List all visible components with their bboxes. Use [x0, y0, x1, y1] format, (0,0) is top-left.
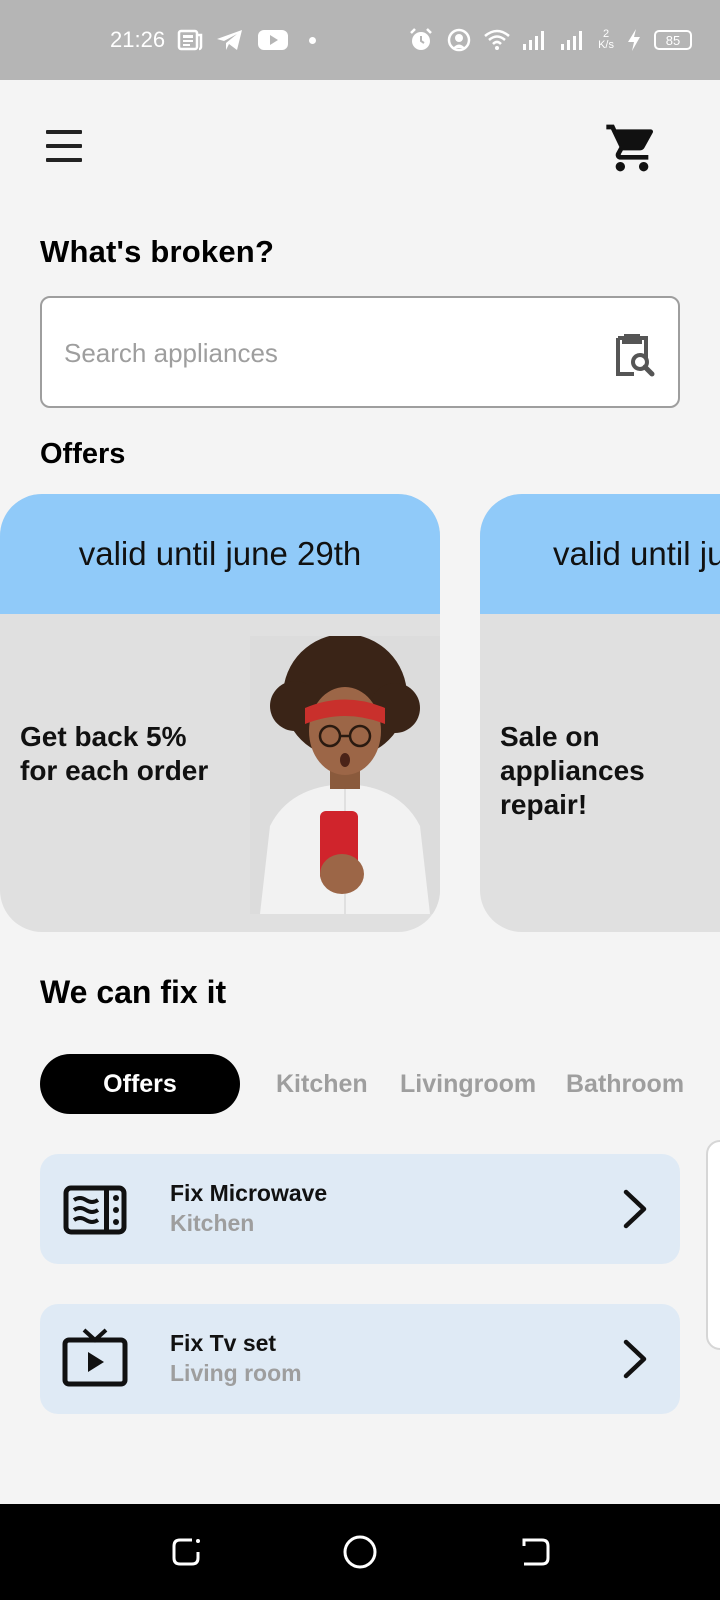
service-item-microwave[interactable]: Fix Microwave Kitchen — [40, 1154, 680, 1264]
offer-card[interactable]: valid until june 29th Sale on appliances… — [480, 494, 720, 932]
side-panel-handle[interactable] — [706, 1140, 720, 1350]
nav-home-button[interactable] — [340, 1532, 380, 1572]
tab-offers[interactable]: Offers — [40, 1054, 240, 1114]
clipboard-search-icon[interactable] — [604, 326, 660, 382]
search-box — [40, 296, 680, 408]
network-speed-unit: K/s — [598, 39, 614, 51]
offer-card[interactable]: valid until june 29th Get back 5% for ea… — [0, 494, 440, 932]
status-bar-right: 2 K/s 85 — [408, 27, 692, 53]
nav-back-button[interactable] — [166, 1532, 206, 1572]
cart-button[interactable] — [604, 120, 660, 176]
category-tabs: Offers Kitchen Livingroom Bathroom — [0, 1054, 720, 1114]
notification-dot-icon — [309, 36, 317, 44]
chevron-right-icon — [620, 1188, 650, 1230]
offers-heading: Offers — [40, 438, 126, 470]
battery-level: 85 — [665, 32, 681, 48]
hamburger-menu-icon-bar — [46, 144, 82, 148]
offer-text: Get back 5% for each order — [20, 721, 209, 786]
signal-icon-sim1 — [522, 29, 548, 51]
status-time: 21:26 — [110, 27, 166, 52]
status-bar-left: 21:26 — [110, 27, 317, 53]
search-input[interactable] — [64, 328, 584, 378]
telegram-icon — [215, 28, 245, 52]
chevron-right-icon — [620, 1338, 650, 1380]
microwave-icon — [62, 1176, 128, 1242]
offer-validity: valid until june 29th — [0, 494, 440, 614]
service-name: Fix Tv set — [170, 1330, 277, 1356]
offer-text: Sale on appliances repair! — [500, 721, 645, 820]
shopping-cart-icon — [606, 124, 654, 172]
wifi-icon — [484, 29, 510, 51]
news-icon — [177, 28, 203, 52]
offer-woman-phone-image — [250, 634, 440, 914]
menu-button[interactable] — [40, 126, 88, 166]
app-bar — [0, 80, 720, 220]
offers-carousel[interactable]: valid until june 29th Get back 5% for ea… — [0, 494, 720, 934]
tab-bathroom[interactable]: Bathroom — [566, 1054, 684, 1114]
recents-icon — [522, 1538, 550, 1566]
page-title: What's broken? — [40, 234, 275, 269]
back-icon — [172, 1538, 200, 1566]
service-name: Fix Microwave — [170, 1180, 328, 1206]
service-item-tv[interactable]: Fix Tv set Living room — [40, 1304, 680, 1414]
signal-icon-sim2 — [560, 29, 586, 51]
tv-icon — [62, 1326, 128, 1392]
tab-livingroom[interactable]: Livingroom — [400, 1054, 536, 1114]
home-icon — [343, 1535, 377, 1569]
offer-validity: valid until june 29th — [480, 494, 720, 614]
nav-recents-button[interactable] — [516, 1532, 556, 1572]
charging-icon — [626, 28, 642, 52]
network-speed: 2 K/s — [598, 29, 614, 51]
hamburger-menu-icon — [46, 130, 82, 134]
hotspot-icon — [446, 27, 472, 53]
alarm-icon — [408, 27, 434, 53]
status-bar: 21:26 2 K/s 85 — [0, 0, 720, 80]
service-category: Kitchen — [170, 1210, 255, 1236]
youtube-icon — [257, 28, 289, 52]
service-category: Living room — [170, 1360, 302, 1386]
tab-kitchen[interactable]: Kitchen — [276, 1054, 368, 1114]
hamburger-menu-icon-bar — [46, 158, 82, 162]
battery-indicator: 85 — [654, 30, 692, 50]
system-nav-bar — [0, 1504, 720, 1600]
fix-heading: We can fix it — [40, 974, 227, 1010]
